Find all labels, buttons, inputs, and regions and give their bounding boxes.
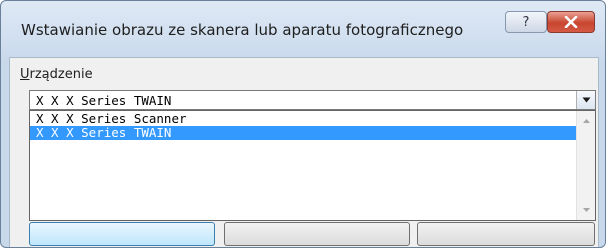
- device-label-rest: rządzenie: [29, 67, 93, 82]
- dialog-button-2[interactable]: [224, 222, 410, 246]
- device-label-accesskey: U: [20, 67, 30, 82]
- help-button[interactable]: ?: [505, 11, 547, 33]
- device-option-twain[interactable]: X X X Series TWAIN: [30, 126, 576, 140]
- chevron-down-icon: [582, 97, 590, 103]
- device-select-list[interactable]: X X X Series Scanner X X X Series TWAIN: [29, 110, 596, 221]
- device-label: Urządzenie: [20, 67, 93, 82]
- device-select-value: X X X Series TWAIN: [36, 93, 172, 108]
- dialog-button-1[interactable]: [29, 222, 215, 246]
- scroll-up-button[interactable]: [577, 113, 595, 129]
- list-scrollbar[interactable]: [576, 111, 595, 220]
- device-option-scanner[interactable]: X X X Series Scanner: [30, 112, 576, 126]
- title-bar[interactable]: Wstawianie obrazu ze skanera lub aparatu…: [1, 1, 605, 51]
- chevron-down-icon: [582, 208, 590, 212]
- window-title: Wstawianie obrazu ze skanera lub aparatu…: [21, 21, 464, 39]
- chevron-up-icon: [582, 119, 590, 123]
- close-icon: [564, 16, 578, 28]
- dialog-window: Wstawianie obrazu ze skanera lub aparatu…: [0, 0, 606, 248]
- help-label: ?: [522, 14, 530, 30]
- dialog-body: Urządzenie X X X Series TWAIN X X X Seri…: [9, 57, 599, 247]
- close-button[interactable]: [547, 11, 595, 33]
- device-select-dropdown-button[interactable]: [576, 91, 595, 109]
- device-select[interactable]: X X X Series TWAIN: [29, 90, 596, 110]
- dialog-button-3[interactable]: [417, 222, 595, 246]
- scroll-down-button[interactable]: [577, 202, 595, 218]
